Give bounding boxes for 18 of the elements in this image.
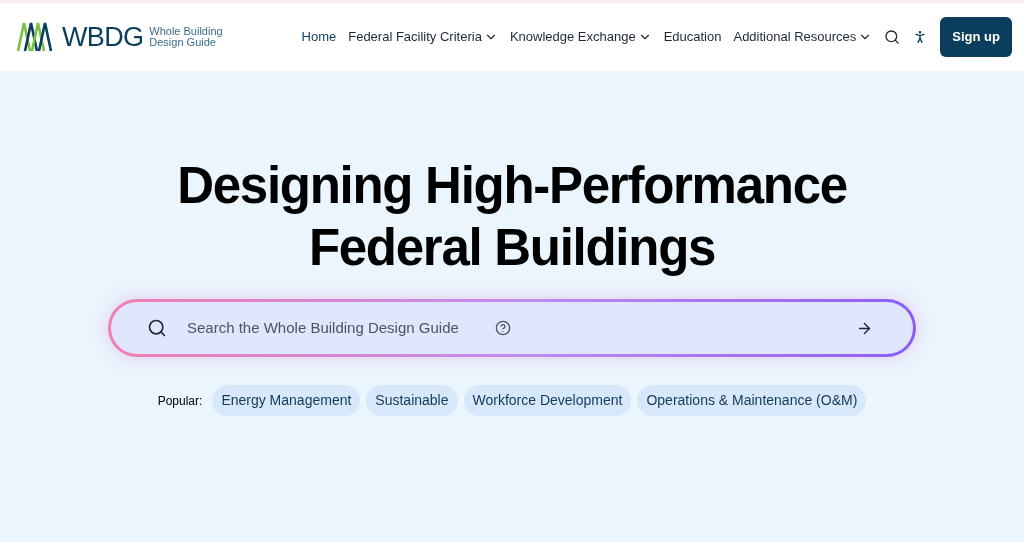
help-icon[interactable] (495, 320, 511, 336)
nav-link[interactable]: Federal Facility Criteria (348, 27, 498, 47)
nav-link[interactable]: Home (301, 27, 337, 47)
nav-link[interactable]: Knowledge Exchange (509, 27, 652, 47)
popular-topic-chip[interactable]: Sustainable (366, 385, 458, 416)
hero-title: Designing High-Performance Federal Buildings (177, 156, 847, 278)
popular-label: Popular: (157, 392, 203, 410)
search-input-field[interactable]: Search the Whole Building Design Guide (187, 316, 487, 340)
nav-link[interactable]: Education (663, 27, 722, 47)
nav-link[interactable]: Additional Resources (733, 27, 873, 47)
sign-up-button[interactable]: Sign up (940, 17, 1012, 57)
search-icon (147, 318, 167, 338)
popular-topic-chip[interactable]: Operations & Maintenance (O&M) (637, 385, 867, 416)
logo-tagline: Whole Building Design Guide (149, 26, 224, 48)
popular-topic-chip[interactable]: Energy Management (212, 385, 361, 416)
search-icon[interactable] (884, 29, 901, 45)
popular-topic-chip[interactable]: Workforce Development (463, 385, 632, 416)
logo-wordmark: WBDG (62, 20, 144, 54)
